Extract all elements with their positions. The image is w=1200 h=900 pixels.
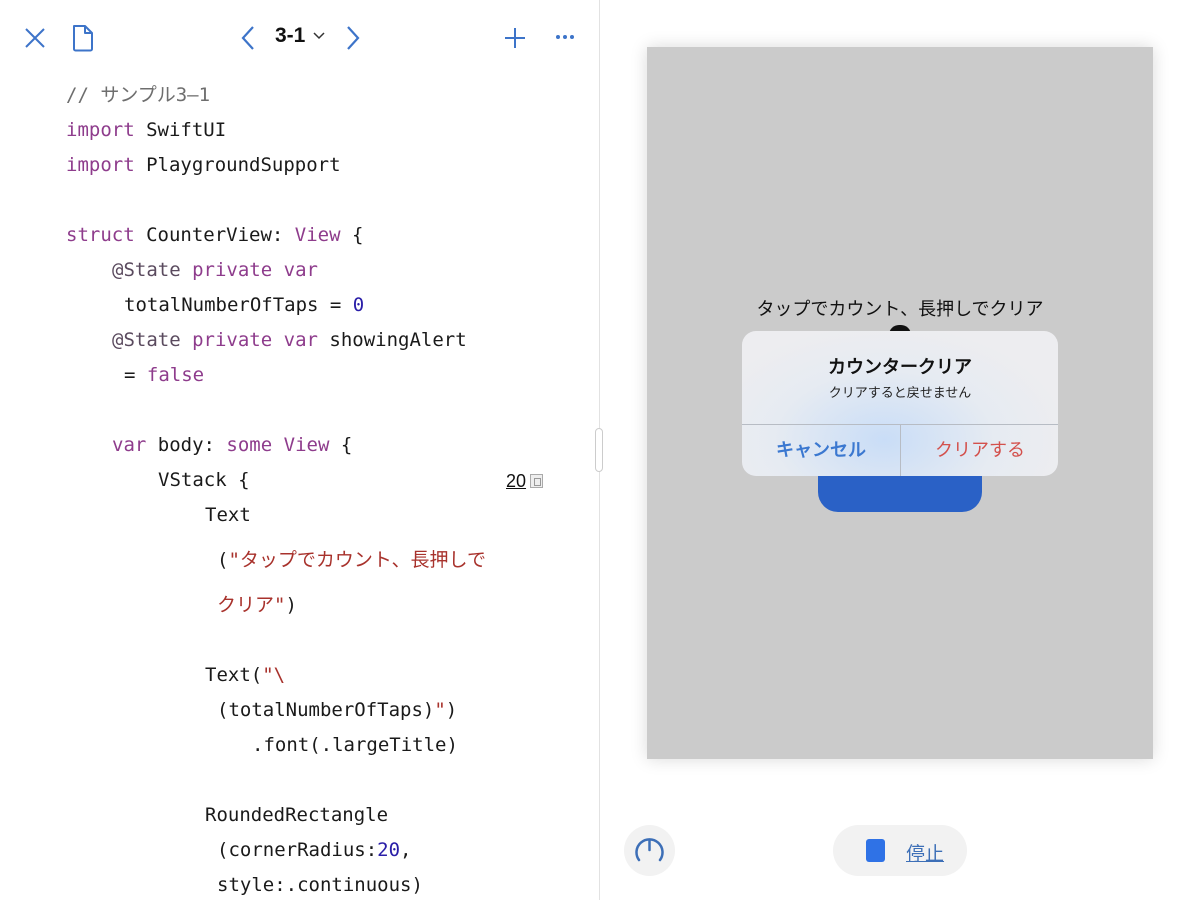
code-token: var <box>283 259 318 281</box>
alert-title: カウンタークリア <box>828 357 972 377</box>
code-token: "タップでカウント、長押しで <box>228 549 486 571</box>
more-icon[interactable] <box>555 34 575 40</box>
code-token: var <box>283 329 318 351</box>
code-token: RoundedRectangle <box>205 804 389 826</box>
code-token: some <box>226 434 273 456</box>
alert-message: クリアすると戻せません <box>828 385 972 400</box>
code-token: 0 <box>352 294 365 316</box>
code-token: View <box>283 434 330 456</box>
stop-icon <box>866 839 885 862</box>
code-line[interactable]: .font(.largeTitle) <box>252 733 458 757</box>
chevron-right-icon[interactable] <box>345 25 361 51</box>
code-token: PlaygroundSupport <box>134 154 341 176</box>
code-token: 20 <box>377 839 401 861</box>
code-line[interactable]: @State private var showingAlert <box>112 328 467 352</box>
code-editor-pane: 3-1 // サンプル3–1 import SwiftUI import Playg… <box>0 0 599 900</box>
clear-button[interactable]: クリアする <box>901 425 1058 476</box>
code-token: ) <box>285 594 297 616</box>
code-token: import <box>66 119 135 141</box>
code-line[interactable]: (cornerRadius:20, <box>217 838 412 862</box>
code-line[interactable]: VStack { <box>158 468 250 492</box>
code-token: body: <box>146 434 227 456</box>
code-line[interactable]: @State private var <box>112 258 318 282</box>
code-token: import <box>66 154 135 176</box>
chevron-left-icon[interactable] <box>240 25 256 51</box>
code-token: ( <box>217 549 229 571</box>
code-token: style:.continuous) <box>217 874 423 896</box>
document-icon[interactable] <box>71 24 95 52</box>
code-token: "\ <box>262 664 286 686</box>
code-token: (totalNumberOfTaps) <box>217 699 435 721</box>
code-line[interactable]: (totalNumberOfTaps)") <box>217 698 457 722</box>
code-line[interactable]: Text("\ <box>205 663 285 687</box>
code-line[interactable]: struct CounterView: View { <box>66 223 363 247</box>
instruction-text: タップでカウント、長押しでクリア <box>756 299 1044 319</box>
code-token: View <box>294 224 341 246</box>
cancel-button[interactable]: キャンセル <box>742 425 900 476</box>
code-line[interactable]: RoundedRectangle <box>205 803 388 827</box>
code-line[interactable]: Text <box>205 503 251 527</box>
split-handle[interactable] <box>595 428 603 472</box>
code-line[interactable]: import PlaygroundSupport <box>66 153 341 177</box>
code-token: VStack { <box>158 469 250 491</box>
code-token: struct <box>66 224 135 246</box>
result-viewer-icon[interactable] <box>530 474 543 488</box>
code-line[interactable]: totalNumberOfTaps = 0 <box>124 293 364 317</box>
code-token: false <box>146 364 205 386</box>
alert-dialog: カウンタークリア クリアすると戻せません キャンセル クリアする <box>742 331 1058 476</box>
code-line[interactable]: var body: some View { <box>112 433 352 457</box>
code-token: クリア" <box>217 594 286 616</box>
page-title[interactable]: 3-1 <box>275 24 305 48</box>
code-line[interactable]: クリア") <box>217 593 297 617</box>
speed-button[interactable] <box>624 825 675 876</box>
code-token: (cornerRadius: <box>217 839 378 861</box>
chevron-down-icon[interactable] <box>313 30 325 40</box>
close-icon[interactable] <box>24 27 46 49</box>
code-token: SwiftUI <box>134 119 227 141</box>
code-line[interactable]: import SwiftUI <box>66 118 226 142</box>
code-token: " <box>434 699 446 721</box>
inline-result-value[interactable]: 20 <box>506 471 526 492</box>
code-token: var <box>112 434 147 456</box>
code-token: private <box>192 259 273 281</box>
code-line[interactable]: style:.continuous) <box>217 873 423 897</box>
code-token: , <box>400 839 412 861</box>
code-token: Text( <box>205 664 263 686</box>
code-token: = <box>124 364 147 386</box>
plus-icon[interactable] <box>504 27 526 49</box>
code-token: { <box>340 224 364 246</box>
code-token: CounterView: <box>134 224 295 246</box>
code-line[interactable]: ("タップでカウント、長押しで <box>217 548 486 572</box>
speedometer-icon <box>635 838 664 862</box>
code-token: // サンプル3–1 <box>66 84 211 106</box>
code-line[interactable]: // サンプル3–1 <box>66 83 210 107</box>
code-token: ) <box>445 699 458 721</box>
code-token: @State <box>112 329 181 351</box>
code-token: @State <box>112 259 181 281</box>
code-line[interactable]: = false <box>124 363 204 387</box>
code-token: .font(.largeTitle) <box>252 734 458 756</box>
code-token: Text <box>205 504 251 526</box>
code-token: { <box>329 434 353 456</box>
code-token: totalNumberOfTaps = <box>124 294 353 316</box>
stop-button[interactable]: 停止 <box>833 825 967 876</box>
code-token: private <box>192 329 273 351</box>
code-token: showingAlert <box>317 329 467 351</box>
stop-label: 停止 <box>906 843 945 865</box>
